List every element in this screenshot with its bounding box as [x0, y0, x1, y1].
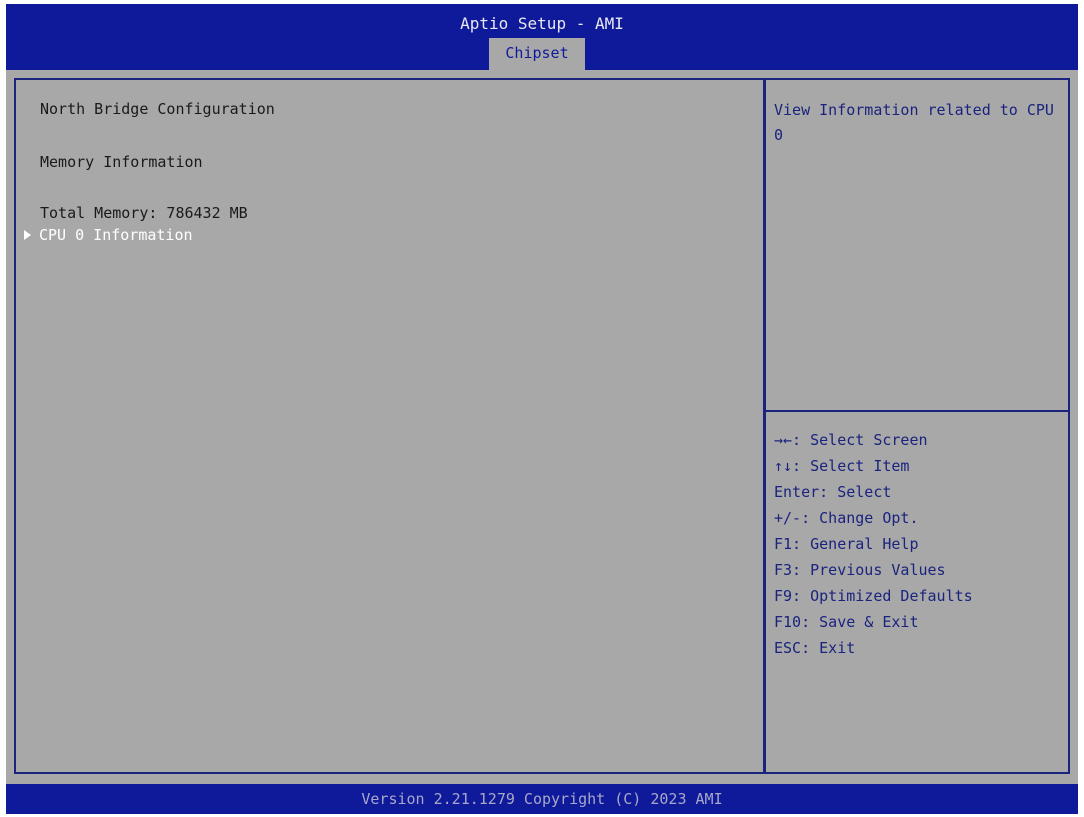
- memory-heading: Memory Information: [40, 153, 203, 171]
- title-bar: Aptio Setup - AMI Chipset: [6, 4, 1078, 70]
- help-divider: [766, 410, 1068, 412]
- item-help-text: View Information related to CPU 0: [774, 101, 1054, 144]
- cpu0-information-item[interactable]: CPU 0 Information: [16, 226, 193, 244]
- section-title: North Bridge Configuration: [40, 100, 275, 118]
- key-esc-exit: ESC: Exit: [774, 639, 856, 657]
- key-save-exit: F10: Save & Exit: [774, 613, 919, 631]
- right-triangle-icon: [24, 230, 31, 240]
- key-general-help: F1: General Help: [774, 535, 919, 553]
- key-previous-values: F3: Previous Values: [774, 561, 946, 579]
- key-optimized-defaults: F9: Optimized Defaults: [774, 587, 973, 605]
- key-enter-select: Enter: Select: [774, 483, 892, 501]
- setup-frame: North Bridge Configuration Memory Inform…: [6, 70, 1078, 784]
- key-select-screen: →←: Select Screen: [774, 431, 928, 449]
- app-title: Aptio Setup - AMI: [460, 14, 624, 33]
- cpu0-information-label: CPU 0 Information: [39, 226, 193, 244]
- version-footer: Version 2.21.1279 Copyright (C) 2023 AMI: [6, 784, 1078, 814]
- help-panel: View Information related to CPU 0 →←: Se…: [764, 78, 1070, 774]
- key-legend: →←: Select Screen ↑↓: Select Item Enter:…: [774, 427, 973, 661]
- key-select-item: ↑↓: Select Item: [774, 457, 910, 475]
- main-panel: North Bridge Configuration Memory Inform…: [14, 78, 765, 774]
- tab-chipset[interactable]: Chipset: [489, 38, 585, 70]
- key-change-opt: +/-: Change Opt.: [774, 509, 919, 527]
- total-memory-value: Total Memory: 786432 MB: [40, 204, 248, 222]
